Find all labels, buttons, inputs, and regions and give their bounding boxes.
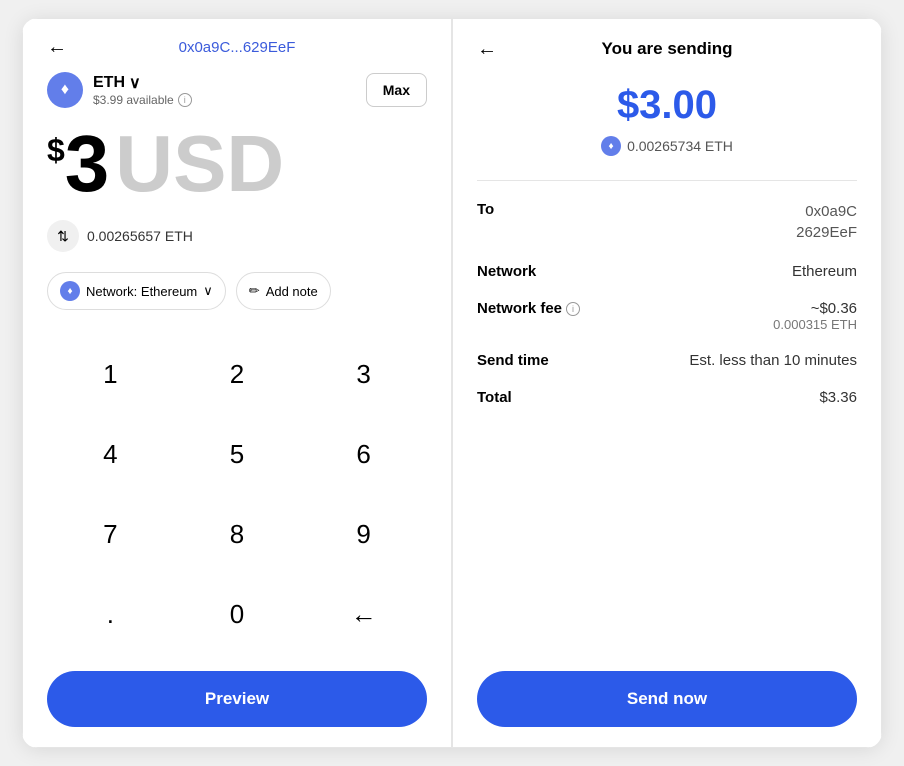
numpad: 1 2 3 4 5 6 7 8 9 . 0 ← (47, 334, 427, 655)
max-button[interactable]: Max (366, 73, 427, 107)
network-row-value: Ethereum (792, 263, 857, 280)
network-selector[interactable]: ♦ Network: Ethereum ∨ (47, 272, 226, 310)
token-chevron-icon: ∨ (129, 73, 141, 93)
eth-amount-row: ⇅ 0.00265657 ETH (47, 220, 427, 252)
options-row: ♦ Network: Ethereum ∨ ✏ Add note (47, 272, 427, 310)
token-available-balance: $3.99 available i (93, 93, 192, 107)
network-row-label: Network (477, 263, 536, 280)
fee-label: Network fee (477, 300, 562, 317)
to-address-line2: 2629EeF (796, 222, 857, 243)
token-name-row: ETH ∨ (93, 73, 192, 93)
key-backspace[interactable]: ← (300, 575, 427, 655)
eth-equivalent: 0.00265657 ETH (87, 228, 193, 244)
to-address-line1: 0x0a9C (796, 201, 857, 222)
screen2-title: You are sending (602, 39, 733, 59)
sending-amount-eth: ♦ 0.00265734 ETH (477, 136, 857, 156)
token-symbol: ETH (93, 74, 125, 92)
fee-eth: 0.000315 ETH (773, 317, 857, 332)
send-now-button[interactable]: Send now (477, 671, 857, 727)
key-9[interactable]: 9 (300, 495, 427, 575)
send-time-value: Est. less than 10 minutes (689, 352, 857, 369)
to-address: 0x0a9C 2629EeF (796, 201, 857, 243)
key-8[interactable]: 8 (174, 495, 301, 575)
key-3[interactable]: 3 (300, 334, 427, 414)
total-value: $3.36 (819, 389, 857, 406)
eth-amount-confirm: 0.00265734 ETH (627, 138, 733, 154)
currency-label: USD (115, 124, 284, 204)
network-row: Network Ethereum (477, 263, 857, 280)
key-dot[interactable]: . (47, 575, 174, 655)
back-button[interactable]: ← (47, 36, 67, 59)
screen1-header: ← 0x0a9C...629EeF (47, 39, 427, 56)
network-eth-icon: ♦ (60, 281, 80, 301)
screen2-header: ← You are sending (477, 39, 857, 59)
token-row: ♦ ETH ∨ $3.99 available i Max (47, 72, 427, 108)
amount-display: $ 3 USD (47, 124, 427, 204)
eth-token-icon: ♦ (47, 72, 83, 108)
key-4[interactable]: 4 (47, 414, 174, 494)
key-0[interactable]: 0 (174, 575, 301, 655)
info-icon[interactable]: i (178, 93, 192, 107)
network-chevron-icon: ∨ (203, 283, 213, 299)
divider (477, 180, 857, 181)
fee-info-icon[interactable]: i (566, 302, 580, 316)
token-info[interactable]: ♦ ETH ∨ $3.99 available i (47, 72, 192, 108)
fee-row: Network fee i ~$0.36 0.000315 ETH (477, 300, 857, 332)
network-label: Network: Ethereum (86, 284, 197, 299)
dollar-sign: $ (47, 132, 65, 169)
swap-currency-button[interactable]: ⇅ (47, 220, 79, 252)
send-time-label: Send time (477, 352, 549, 369)
key-5[interactable]: 5 (174, 414, 301, 494)
total-row: Total $3.36 (477, 389, 857, 406)
to-label: To (477, 201, 494, 218)
key-1[interactable]: 1 (47, 334, 174, 414)
send-screen: ← 0x0a9C...629EeF ♦ ETH ∨ $3.99 availabl… (22, 18, 452, 748)
add-note-button[interactable]: ✏ Add note (236, 272, 331, 310)
key-7[interactable]: 7 (47, 495, 174, 575)
fee-label-group: Network fee i (477, 300, 580, 317)
total-label: Total (477, 389, 512, 406)
send-time-row: Send time Est. less than 10 minutes (477, 352, 857, 369)
sending-amount-usd: $3.00 (477, 83, 857, 128)
recipient-address[interactable]: 0x0a9C...629EeF (179, 39, 296, 56)
fee-usd: ~$0.36 (773, 300, 857, 317)
add-note-label: Add note (266, 284, 318, 299)
confirmation-screen: ← You are sending $3.00 ♦ 0.00265734 ETH… (452, 18, 882, 748)
key-6[interactable]: 6 (300, 414, 427, 494)
pencil-icon: ✏ (249, 283, 260, 299)
preview-button[interactable]: Preview (47, 671, 427, 727)
amount-number: 3 (65, 124, 110, 204)
to-row: To 0x0a9C 2629EeF (477, 201, 857, 243)
eth-icon-confirm: ♦ (601, 136, 621, 156)
back-button-2[interactable]: ← (477, 38, 497, 61)
key-2[interactable]: 2 (174, 334, 301, 414)
